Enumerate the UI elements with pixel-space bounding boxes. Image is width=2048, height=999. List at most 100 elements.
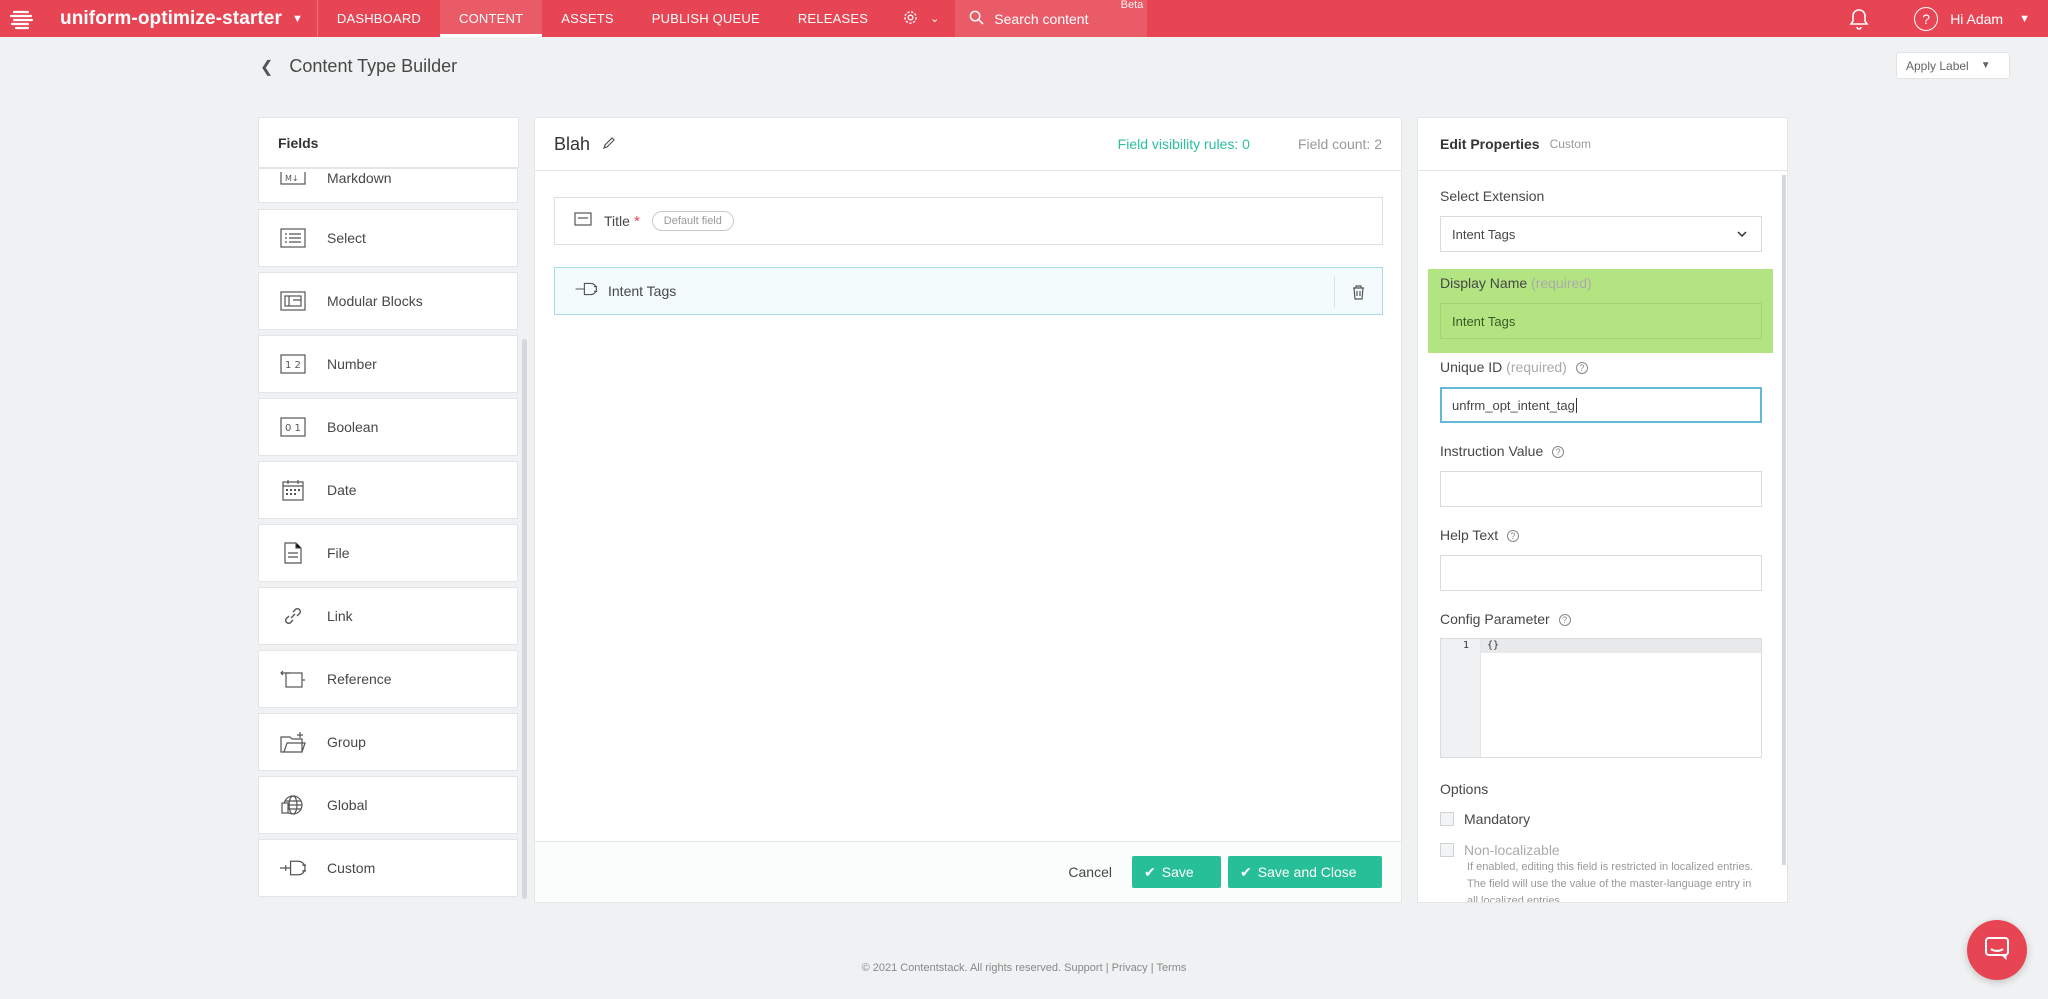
help-text-field[interactable] [1440,555,1762,591]
display-name-label-text: Display Name [1440,275,1528,291]
support-link[interactable]: Support [1064,962,1103,974]
field-type-markdown[interactable]: M↓ Markdown [258,168,518,203]
chat-support-button[interactable] [1967,920,2027,980]
builder-header: Blah Field visibility rules: 0 Field cou… [535,118,1401,171]
field-type-boolean[interactable]: 0 1 Boolean [258,398,518,456]
chevron-down-icon: ▼ [1980,60,1991,71]
chevron-down-icon: ⌄ [930,13,940,25]
pencil-icon[interactable] [602,136,616,153]
properties-subtitle: Custom [1549,137,1591,151]
non-localizable-checkbox-row[interactable]: Non-localizable [1440,842,1560,858]
config-parameter-editor[interactable]: 1 {} [1440,638,1762,758]
checkmark-icon: ✔ [1240,863,1252,880]
reference-icon [279,668,306,690]
instruction-label-text: Instruction Value [1440,443,1544,459]
field-type-label: Reference [327,671,392,687]
display-name-field[interactable]: Intent Tags [1440,303,1762,339]
contentstack-logo-icon[interactable] [0,0,44,37]
apply-label-text: Apply Label [1906,58,1969,73]
properties-scrollbar[interactable] [1782,175,1786,865]
mandatory-checkbox-row[interactable]: Mandatory [1440,811,1530,827]
select-extension-dropdown[interactable]: Intent Tags [1440,216,1762,252]
save-and-close-label: Save and Close [1257,864,1357,880]
stack-name[interactable]: uniform-optimize-starter [60,8,282,30]
nav-content[interactable]: CONTENT [440,0,543,37]
content-type-name: Blah [554,133,591,154]
field-type-label: File [327,545,350,561]
cancel-button[interactable]: Cancel [1068,864,1112,880]
boolean-icon: 0 1 [279,416,306,438]
terms-link[interactable]: Terms [1156,962,1186,974]
field-type-global[interactable]: Global [258,776,518,834]
user-menu[interactable]: Hi Adam [1950,11,2003,27]
page-header: ❮ Content Type Builder [260,56,457,77]
field-type-label: Global [327,797,368,813]
line-number-gutter [1441,639,1481,757]
info-icon[interactable]: ? [1558,614,1571,627]
trash-icon[interactable] [1334,276,1382,308]
nav-releases[interactable]: RELEASES [779,0,887,37]
field-type-group[interactable]: Group [258,713,518,771]
settings-menu[interactable]: ⌄ [887,0,955,37]
config-label-text: Config Parameter [1440,611,1550,627]
number-icon: 1 2 [279,353,306,375]
save-label: Save [1161,864,1194,880]
line-number: 1 [1463,640,1470,651]
info-icon[interactable]: ? [1552,446,1565,459]
save-and-close-button[interactable]: ✔ Save and Close [1228,856,1382,888]
svg-text:M↓: M↓ [285,174,299,183]
field-type-file[interactable]: File [258,524,518,582]
bell-icon[interactable] [1844,8,1874,30]
chevron-down-icon[interactable]: ▼ [2019,13,2030,25]
modular-blocks-icon [279,290,306,312]
calendar-icon [279,479,306,501]
search-input[interactable]: Search content Beta [955,0,1148,37]
unique-id-value: unfrm_opt_intent_tag [1452,397,1575,413]
config-parameter-label: Config Parameter ? [1440,611,1571,627]
unique-id-field[interactable]: unfrm_opt_intent_tag [1440,387,1762,423]
text-cursor [1575,397,1577,413]
plug-icon [279,857,306,879]
field-type-modular-blocks[interactable]: Modular Blocks [258,272,518,330]
back-arrow-icon[interactable]: ❮ [260,57,273,77]
field-row-title[interactable]: Title * Default field [554,197,1383,245]
info-icon[interactable]: ? [1507,530,1519,543]
privacy-link[interactable]: Privacy [1112,962,1148,974]
field-row-label: Intent Tags [608,283,677,299]
link-icon [279,605,306,627]
instruction-value-field[interactable] [1440,471,1762,507]
field-visibility-rules-link[interactable]: Field visibility rules: 0 [1118,136,1250,152]
field-type-date[interactable]: Date [258,461,518,519]
page-footer: © 2021 Contentstack. All rights reserved… [861,962,1187,974]
fields-scrollbar[interactable] [522,339,527,899]
info-icon[interactable]: ? [1575,362,1588,375]
nav-dashboard[interactable]: DASHBOARD [318,0,440,37]
content-type-builder: Blah Field visibility rules: 0 Field cou… [534,117,1402,903]
field-type-select[interactable]: Select [258,209,518,267]
help-icon[interactable]: ? [1914,6,1939,31]
field-type-reference[interactable]: Reference [258,650,518,708]
chevron-down-icon[interactable]: ▼ [292,13,303,25]
non-localizable-checkbox[interactable] [1440,843,1454,857]
required-marker: * [633,212,640,230]
nav-assets[interactable]: ASSETS [542,0,633,37]
properties-title: Edit Properties [1440,136,1540,152]
nav-publish-queue[interactable]: PUBLISH QUEUE [633,0,779,37]
search-icon [969,10,984,28]
select-extension-label: Select Extension [1440,188,1545,204]
field-type-custom[interactable]: Custom [258,839,518,897]
display-name-label: Display Name (required) [1440,275,1592,291]
field-row-intent-tags[interactable]: Intent Tags [554,267,1383,315]
field-type-link[interactable]: Link [258,587,518,645]
field-count: Field count: 2 [1297,136,1382,152]
mandatory-checkbox[interactable] [1440,812,1454,826]
select-extension-value: Intent Tags [1452,226,1516,242]
save-button[interactable]: ✔ Save [1132,856,1221,888]
field-type-number[interactable]: 1 2 Number [258,335,518,393]
unique-id-label: Unique ID (required) ? [1440,359,1588,375]
field-type-label: Modular Blocks [327,293,423,309]
edit-properties-panel: Edit Properties Custom Select Extension … [1417,117,1788,903]
apply-label-dropdown[interactable]: Apply Label ▼ [1896,52,2010,79]
mandatory-label: Mandatory [1464,811,1531,827]
field-type-label: Number [327,356,377,372]
